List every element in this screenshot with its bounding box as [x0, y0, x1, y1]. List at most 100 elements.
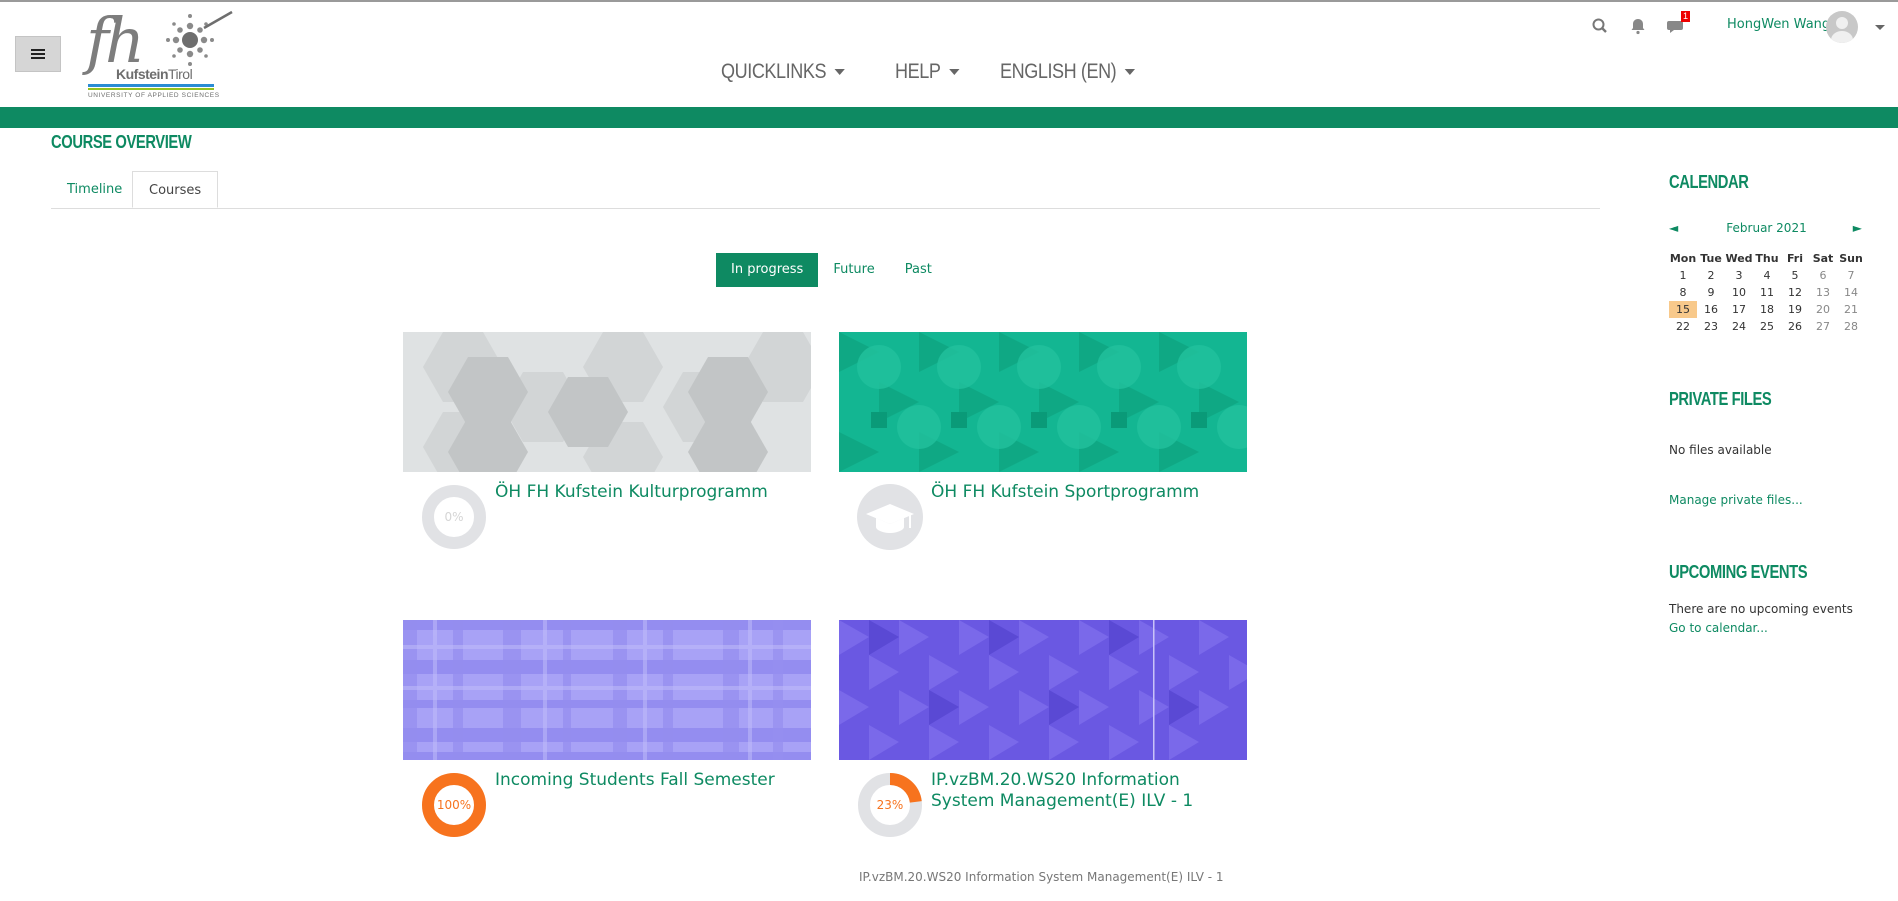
filter-past[interactable]: Past: [890, 253, 947, 287]
chevron-down-icon: [1124, 69, 1136, 75]
logo-sun-icon: [166, 10, 233, 66]
avatar[interactable]: [1826, 11, 1858, 43]
calendar-day[interactable]: 11: [1753, 284, 1781, 301]
calendar-day[interactable]: 12: [1781, 284, 1809, 301]
progress-label: 100%: [436, 798, 472, 812]
search-icon[interactable]: [1590, 16, 1610, 36]
menu-toggle-button[interactable]: [15, 36, 61, 72]
logo-green-line: [88, 88, 214, 90]
weekday-label: Fri: [1786, 252, 1803, 265]
course-image[interactable]: [839, 620, 1247, 760]
user-name[interactable]: HongWen Wang: [1727, 17, 1830, 32]
next-month-icon[interactable]: ►: [1853, 221, 1862, 235]
header-accent-bar: [0, 107, 1898, 128]
private-files-title: PRIVATE FILES: [1669, 389, 1772, 409]
calendar-day[interactable]: 6: [1809, 267, 1837, 284]
calendar-day[interactable]: 27: [1809, 318, 1837, 335]
course-progress: 23%: [857, 772, 923, 838]
calendar-day[interactable]: 25: [1753, 318, 1781, 335]
calendar-title: CALENDAR: [1669, 172, 1749, 192]
course-overview-tabs: Timeline Courses: [51, 171, 1600, 209]
messages-badge: 1: [1680, 11, 1690, 22]
previous-month-icon[interactable]: ◄: [1669, 221, 1678, 235]
chevron-down-icon: [949, 69, 960, 75]
course-icon-circle: [857, 484, 923, 550]
calendar-day[interactable]: 20: [1809, 301, 1837, 318]
course-card[interactable]: 0% ÖH FH Kufstein Kulturprogramm: [403, 332, 811, 562]
weekday-label: Thu: [1755, 252, 1779, 265]
logo-tagline: UNIVERSITY OF APPLIED SCIENCES: [88, 92, 220, 99]
calendar-day[interactable]: 18: [1753, 301, 1781, 318]
weekday-label: Sat: [1812, 252, 1834, 265]
nav-quicklinks[interactable]: QUICKLINKS: [721, 60, 846, 84]
calendar-day[interactable]: 1: [1669, 267, 1697, 284]
calendar-day[interactable]: 3: [1725, 267, 1753, 284]
tab-courses[interactable]: Courses: [132, 171, 219, 208]
calendar-month[interactable]: Februar 2021: [1669, 221, 1864, 235]
course-progress: 0%: [421, 484, 487, 550]
notification-bell-icon[interactable]: [1628, 16, 1648, 36]
calendar-grid: Mon Tue Wed Thu Fri Sat Sun 1 2 3 4 5 6 …: [1669, 250, 1865, 335]
progress-label: 23%: [876, 798, 904, 812]
course-title[interactable]: ÖH FH Kufstein Sportprogramm: [931, 482, 1247, 503]
window-top-border: [0, 0, 1898, 2]
calendar-day[interactable]: 23: [1697, 318, 1725, 335]
calendar-day[interactable]: 13: [1809, 284, 1837, 301]
weekday-label: Mon: [1669, 252, 1697, 265]
course-image[interactable]: [839, 332, 1247, 472]
calendar-header: Februar 2021 ◄ ►: [1669, 221, 1864, 237]
logo-subtitle: KufsteinTirol: [116, 66, 193, 82]
user-menu-chevron-icon[interactable]: [1875, 25, 1885, 30]
calendar-day-today[interactable]: 15: [1669, 301, 1697, 318]
calendar-day[interactable]: 16: [1697, 301, 1725, 318]
progress-label: 0%: [444, 510, 464, 524]
course-category: IP.vzBM.20.WS20 Information System Manag…: [859, 870, 1224, 884]
chevron-down-icon: [834, 69, 846, 75]
site-logo[interactable]: fh KufsteinTirol UNIVERSITY OF APPLIED S…: [86, 10, 233, 102]
nav-language[interactable]: ENGLISH (EN): [1000, 60, 1136, 84]
calendar-day[interactable]: 17: [1725, 301, 1753, 318]
calendar-day[interactable]: 10: [1725, 284, 1753, 301]
course-title[interactable]: ÖH FH Kufstein Kulturprogramm: [495, 482, 811, 503]
go-to-calendar-link[interactable]: Go to calendar...: [1669, 621, 1768, 635]
private-files-empty: No files available: [1669, 443, 1772, 457]
weekday-label: Tue: [1700, 252, 1722, 265]
filter-future[interactable]: Future: [818, 253, 889, 287]
calendar-day[interactable]: 22: [1669, 318, 1697, 335]
header-actions: 1: [1590, 11, 1704, 36]
logo-blue-line: [88, 84, 214, 87]
main-nav: QUICKLINKS HELP ENGLISH (EN): [721, 60, 1187, 84]
calendar-day[interactable]: 21: [1837, 301, 1865, 318]
messages-icon[interactable]: 1: [1666, 11, 1690, 36]
nav-help[interactable]: HELP: [895, 60, 960, 84]
tab-timeline[interactable]: Timeline: [51, 171, 138, 208]
calendar-day[interactable]: 19: [1781, 301, 1809, 318]
course-progress: 100%: [421, 772, 487, 838]
course-title[interactable]: IP.vzBM.20.WS20 Information System Manag…: [931, 770, 1247, 812]
course-image[interactable]: [403, 620, 811, 760]
calendar-day[interactable]: 14: [1837, 284, 1865, 301]
hamburger-icon: [31, 49, 45, 59]
calendar-day[interactable]: 26: [1781, 318, 1809, 335]
course-overview-title: COURSE OVERVIEW: [51, 132, 192, 152]
calendar-day[interactable]: 7: [1837, 267, 1865, 284]
weekday-label: Wed: [1725, 252, 1753, 265]
calendar-day[interactable]: 8: [1669, 284, 1697, 301]
weekday-label: Sun: [1839, 252, 1863, 265]
calendar-day[interactable]: 28: [1837, 318, 1865, 335]
course-card[interactable]: 100% Incoming Students Fall Semester: [403, 620, 811, 850]
calendar-day[interactable]: 5: [1781, 267, 1809, 284]
calendar-day[interactable]: 4: [1753, 267, 1781, 284]
course-card[interactable]: ÖH FH Kufstein Sportprogramm: [839, 332, 1247, 562]
course-image[interactable]: [403, 332, 811, 472]
calendar-day[interactable]: 9: [1697, 284, 1725, 301]
course-card[interactable]: 23% IP.vzBM.20.WS20 Information System M…: [839, 620, 1247, 884]
upcoming-events-empty: There are no upcoming events: [1669, 602, 1853, 616]
graduation-cap-icon: [857, 484, 923, 550]
calendar-day[interactable]: 2: [1697, 267, 1725, 284]
calendar-day[interactable]: 24: [1725, 318, 1753, 335]
filter-in-progress[interactable]: In progress: [716, 253, 819, 287]
course-title[interactable]: Incoming Students Fall Semester: [495, 770, 811, 791]
course-filter: In progress Future Past: [716, 253, 947, 287]
manage-private-files-link[interactable]: Manage private files...: [1669, 493, 1803, 507]
